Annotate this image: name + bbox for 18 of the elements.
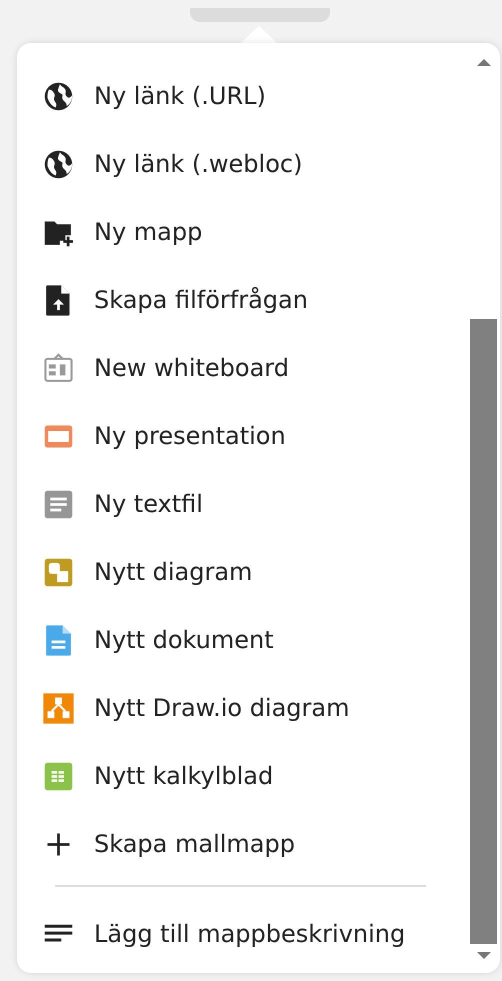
menu-item[interactable]: Ny länk (.webloc) xyxy=(17,130,470,198)
menu-item[interactable]: Ny textfil xyxy=(17,470,470,538)
menu-item[interactable]: Nytt dokument xyxy=(17,606,470,674)
menu-item[interactable]: Nytt kalkylblad xyxy=(17,742,470,810)
menu-item[interactable]: Nytt diagram xyxy=(17,538,470,606)
whiteboard-icon xyxy=(42,352,75,384)
menu-item[interactable]: Skapa mallmapp xyxy=(17,810,470,878)
menu-item[interactable]: Skapa filförfrågan xyxy=(17,266,470,334)
menu-item[interactable]: Nytt Draw.io diagram xyxy=(17,674,470,742)
flowchart-icon xyxy=(42,692,75,724)
menu-item[interactable]: Ny länk (.URL) xyxy=(17,62,470,130)
scroll-down-icon[interactable] xyxy=(476,952,490,959)
menu-item[interactable]: New whiteboard xyxy=(17,334,470,402)
scroll-up-icon[interactable] xyxy=(476,59,490,66)
menu-item[interactable]: Ny presentation xyxy=(17,402,470,470)
scroll-thumb[interactable] xyxy=(470,319,497,944)
menu-item[interactable]: Lägg till mappbeskrivning xyxy=(17,900,470,968)
menu-item[interactable]: Ny mapp xyxy=(17,198,470,266)
